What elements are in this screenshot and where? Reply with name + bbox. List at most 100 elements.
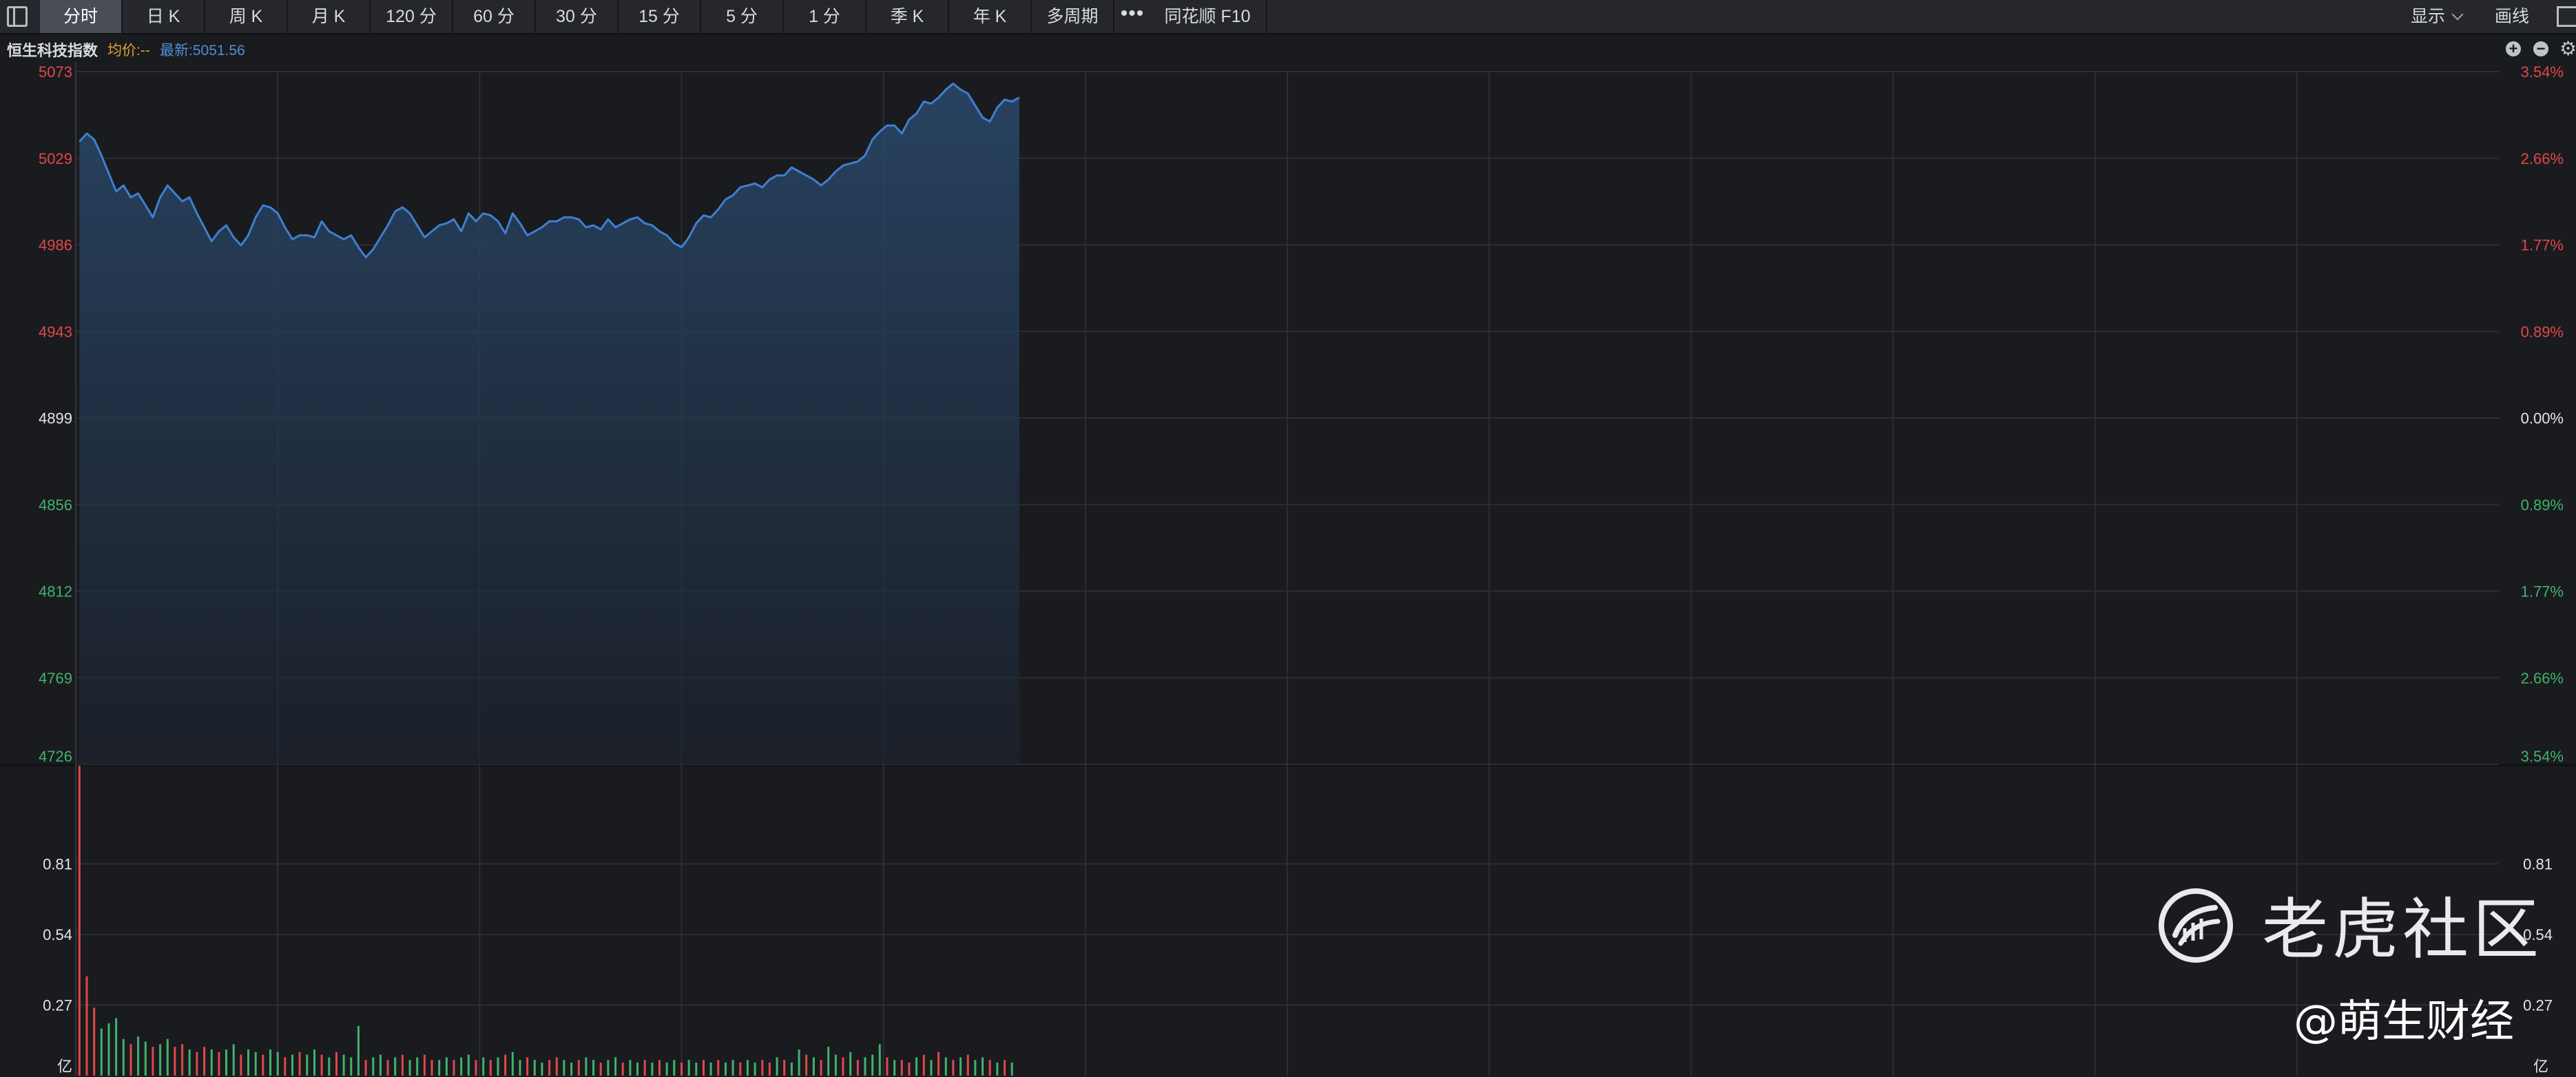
volume-bar xyxy=(555,1057,558,1076)
period-tab-11[interactable]: 年 K xyxy=(949,0,1032,33)
volume-bar xyxy=(768,1063,771,1076)
period-tab-8[interactable]: 5 分 xyxy=(701,0,784,33)
volume-bar xyxy=(328,1057,331,1076)
volume-bar xyxy=(900,1060,903,1076)
volume-bar xyxy=(460,1057,463,1076)
volume-bar xyxy=(629,1060,632,1076)
period-tab-6[interactable]: 30 分 xyxy=(536,0,619,33)
price-axis-label: 4943 xyxy=(39,323,72,340)
volume-bar xyxy=(453,1060,455,1076)
volume-bar xyxy=(834,1054,837,1076)
volume-bar xyxy=(232,1044,235,1076)
period-tab-7[interactable]: 15 分 xyxy=(619,0,701,33)
volume-bar xyxy=(754,1063,756,1076)
percent-axis-label: 3.54% xyxy=(2521,748,2564,765)
volume-bar xyxy=(893,1060,896,1076)
display-menu-button[interactable]: 显示 xyxy=(2411,0,2464,33)
period-tab-0[interactable]: 分时 xyxy=(40,0,123,33)
volume-unit: 亿 xyxy=(57,1058,72,1075)
panel-toggle-icon[interactable] xyxy=(2557,6,2576,27)
volume-bar xyxy=(129,1044,132,1076)
volume-bar xyxy=(776,1057,778,1076)
volume-bar xyxy=(636,1063,638,1076)
volume-bar xyxy=(320,1054,323,1076)
average-price: 均价:-- xyxy=(107,43,150,59)
period-tab-12[interactable]: 多周期 xyxy=(1032,0,1114,33)
volume-bar xyxy=(78,766,81,1076)
volume-bar xyxy=(798,1049,800,1076)
volume-bar xyxy=(210,1049,213,1076)
volume-bar xyxy=(871,1054,874,1076)
volume-bar xyxy=(115,1018,118,1076)
volume-bar xyxy=(842,1057,844,1076)
volume-bar xyxy=(1004,1060,1006,1076)
volume-bar xyxy=(988,1060,991,1076)
gear-icon[interactable]: ⚙ xyxy=(2559,39,2576,59)
volume-bar xyxy=(100,1028,103,1076)
volume-bar xyxy=(981,1057,984,1076)
volume-bar xyxy=(577,1060,580,1076)
period-tab-1[interactable]: 日 K xyxy=(123,0,205,33)
volume-bar xyxy=(107,1023,110,1076)
period-tab-9[interactable]: 1 分 xyxy=(784,0,866,33)
volume-bar xyxy=(607,1060,610,1076)
f10-button[interactable]: 同花顺 F10 xyxy=(1149,0,1267,33)
draw-line-button[interactable]: 画线 xyxy=(2495,0,2529,33)
volume-bar xyxy=(218,1052,220,1076)
period-tab-2[interactable]: 周 K xyxy=(205,0,288,33)
volume-bar xyxy=(291,1054,293,1076)
percent-axis-label: 2.66% xyxy=(2521,669,2564,687)
volume-bar xyxy=(93,1007,96,1076)
zoom-out-icon[interactable]: − xyxy=(2533,41,2548,56)
volume-axis-label-right: 0.27 xyxy=(2523,997,2553,1014)
volume-bar xyxy=(687,1060,690,1076)
period-tab-4[interactable]: 120 分 xyxy=(371,0,453,33)
volume-bar xyxy=(526,1057,529,1076)
period-tab-5[interactable]: 60 分 xyxy=(453,0,536,33)
volume-bar xyxy=(497,1057,499,1076)
volume-bar xyxy=(996,1063,999,1076)
zoom-in-icon[interactable]: + xyxy=(2506,41,2521,56)
percent-axis-label: 2.66% xyxy=(2521,150,2564,167)
volume-bar xyxy=(85,976,88,1076)
volume-bar xyxy=(886,1057,889,1076)
volume-bar xyxy=(269,1049,271,1076)
tiger-logo-icon xyxy=(2159,888,2233,963)
period-tab-10[interactable]: 季 K xyxy=(866,0,949,33)
volume-bar xyxy=(592,1060,595,1076)
volume-bar xyxy=(262,1054,264,1076)
volume-bar xyxy=(812,1057,815,1076)
price-axis-label: 5029 xyxy=(39,150,72,167)
volume-bar xyxy=(364,1060,367,1076)
volume-bar xyxy=(717,1060,720,1076)
volume-bar xyxy=(394,1057,397,1076)
percent-axis-label: 0.00% xyxy=(2521,410,2564,427)
volume-bar xyxy=(944,1057,947,1076)
volume-bar xyxy=(482,1057,485,1076)
period-tab-3[interactable]: 月 K xyxy=(288,0,371,33)
volume-bar xyxy=(952,1060,955,1076)
volume-axis-label: 0.81 xyxy=(43,856,72,873)
volume-bar xyxy=(181,1044,184,1076)
volume-bar xyxy=(144,1041,147,1076)
volume-bar xyxy=(937,1052,940,1076)
percent-axis-label: 3.54% xyxy=(2521,63,2564,81)
volume-bar xyxy=(746,1060,749,1076)
volume-bar xyxy=(805,1054,808,1076)
volume-bar xyxy=(548,1060,551,1076)
volume-bar xyxy=(475,1060,477,1076)
volume-bar xyxy=(342,1054,345,1076)
volume-bar xyxy=(306,1054,309,1076)
volume-bar xyxy=(966,1054,969,1076)
volume-bar xyxy=(761,1060,764,1076)
volume-bar xyxy=(541,1063,543,1076)
volume-bar xyxy=(614,1057,617,1076)
percent-axis-label: 1.77% xyxy=(2521,237,2564,254)
volume-bar xyxy=(673,1060,676,1076)
volume-bar xyxy=(1010,1063,1013,1076)
more-periods-icon[interactable]: ••• xyxy=(1117,0,1147,33)
volume-bar xyxy=(563,1060,565,1076)
volume-bar xyxy=(174,1047,176,1076)
sidebar-toggle-icon[interactable] xyxy=(7,6,28,27)
volume-bar xyxy=(401,1054,404,1076)
